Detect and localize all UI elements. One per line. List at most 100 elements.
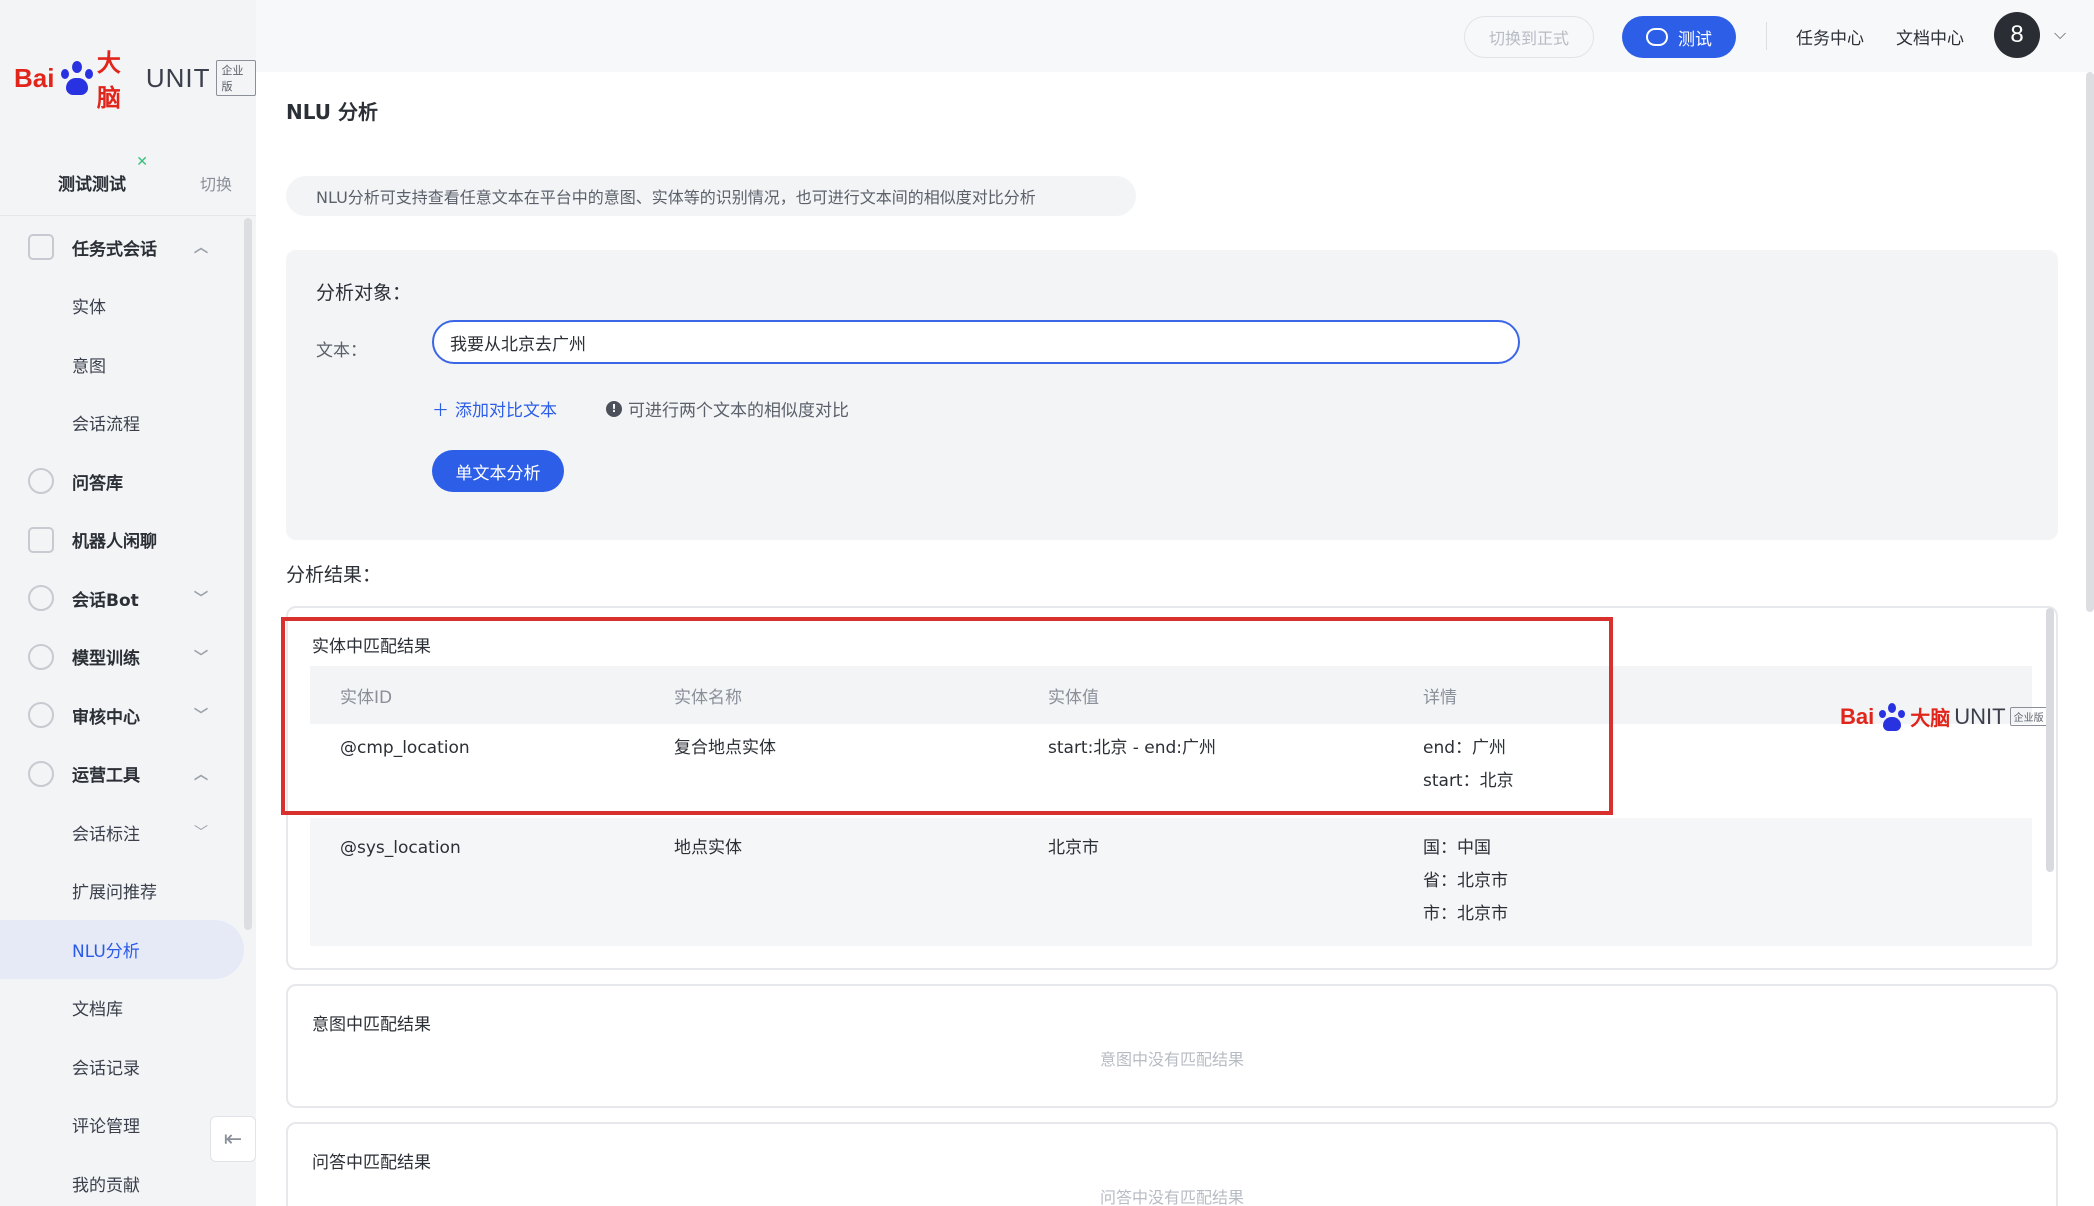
- entity-details-cell: end：广州 start：北京: [1423, 732, 2032, 818]
- shield-icon: [28, 702, 54, 729]
- doc-center-link[interactable]: 文档中心: [1896, 24, 1964, 49]
- compare-hint-text: 可进行两个文本的相似度对比: [628, 401, 849, 421]
- sidebar-item[interactable]: 扩展问推荐: [0, 862, 244, 921]
- sidebar-item-label: 扩展问推荐: [72, 883, 157, 904]
- entity-value-cell: start:北京 - end:广州: [1048, 738, 1217, 758]
- avatar[interactable]: 8: [1994, 12, 2040, 58]
- col-header-entity-value: 实体值: [1048, 687, 1099, 708]
- entity-name-cell: 地点实体: [674, 838, 742, 858]
- sidebar-item[interactable]: 模型训练 ﹀: [0, 628, 244, 687]
- sidebar-menu: 任务式会话 ︿ 实体 意图 会话流程 问答库 机器人闲聊 会话Bot ﹀ 模型训练 ﹀ 审核中心 ﹀ 运营…: [0, 218, 244, 1206]
- chevron-up-icon[interactable]: ︿: [194, 764, 208, 784]
- sidebar-item-label: 评论管理: [72, 1117, 140, 1138]
- qa-empty-message: 问答中没有匹配结果: [1099, 1188, 1244, 1206]
- switch-workspace-button[interactable]: 切换: [200, 171, 232, 195]
- collapse-icon: ⇤: [223, 1126, 243, 1152]
- sidebar-item[interactable]: NLU分析: [0, 920, 244, 979]
- question-icon: [28, 468, 54, 495]
- sidebar-scrollbar[interactable]: [244, 218, 252, 930]
- analysis-target-label: 分析对象：: [316, 282, 412, 304]
- intent-results-title: 意图中匹配结果: [312, 1015, 431, 1035]
- chevron-down-icon[interactable]: ﹀: [194, 705, 208, 725]
- entity-results-title: 实体中匹配结果: [312, 637, 431, 657]
- sidebar-item-label: 会话流程: [72, 415, 140, 436]
- test-button-label: 测试: [1678, 29, 1712, 50]
- brand-dana: 大脑: [96, 49, 121, 112]
- results-scrollbar[interactable]: [2046, 608, 2054, 872]
- brand-bai: Bai: [14, 62, 55, 93]
- text-input[interactable]: [432, 320, 1520, 364]
- sidebar-item[interactable]: 机器人闲聊: [0, 511, 244, 570]
- sidebar-item[interactable]: 意图: [0, 335, 244, 394]
- page-scrollbar[interactable]: [2086, 72, 2094, 612]
- tools-icon: [28, 760, 54, 787]
- sidebar-item[interactable]: 审核中心 ﹀: [0, 686, 244, 745]
- single-text-analyze-button[interactable]: 单文本分析: [432, 450, 564, 492]
- sidebar-item-label: 模型训练: [72, 649, 140, 670]
- sidebar-item[interactable]: 运营工具 ︿: [0, 745, 244, 804]
- entity-table-header: 实体ID 实体名称 实体值 详情: [310, 666, 2032, 724]
- switch-to-production-button[interactable]: 切换到正式: [1464, 16, 1594, 58]
- watermark-logo: Bai 大脑 UNIT 企业版: [1840, 702, 2048, 731]
- sidebar-item-label: 实体: [72, 298, 106, 319]
- chevron-down-icon[interactable]: ﹀: [194, 822, 208, 842]
- chevron-down-icon[interactable]: ﹀: [194, 647, 208, 667]
- sidebar-item-label: 问答库: [72, 473, 123, 494]
- brand-logo[interactable]: Bai 大脑 UNIT 企业版: [14, 49, 256, 112]
- task-dialog-icon: [28, 234, 54, 261]
- watermark-unit: UNIT: [1954, 703, 2006, 729]
- sidebar-item-label: 会话标注: [72, 824, 140, 845]
- main-content: NLU分析可支持查看任意文本在平台中的意图、实体等的识别情况，也可进行文本间的相…: [256, 144, 2094, 1206]
- col-header-entity-id: 实体ID: [340, 687, 393, 708]
- page-header: NLU 分析: [256, 72, 2094, 144]
- chevron-down-icon[interactable]: ﹀: [194, 588, 208, 608]
- sidebar-item[interactable]: 评论管理: [0, 1096, 244, 1155]
- sidebar-item[interactable]: 文档库: [0, 979, 244, 1038]
- sidebar-item[interactable]: 任务式会话 ︿: [0, 218, 244, 277]
- sidebar-item[interactable]: 实体: [0, 277, 244, 336]
- chevron-down-icon[interactable]: ⌵: [2054, 24, 2066, 44]
- sidebar-item[interactable]: 会话记录: [0, 1037, 244, 1096]
- sidebar-item-label: 会话记录: [72, 1058, 140, 1079]
- intent-empty-message: 意图中没有匹配结果: [1099, 1050, 1244, 1069]
- text-field-label: 文本：: [316, 341, 367, 361]
- intent-results-card: 意图中匹配结果 意图中没有匹配结果: [286, 984, 2058, 1108]
- sidebar-item[interactable]: 我的贡献: [0, 1154, 244, 1206]
- qa-results-card: 问答中匹配结果 问答中没有匹配结果: [286, 1122, 2058, 1206]
- watermark-edition: 企业版: [2009, 707, 2048, 726]
- topbar-divider: [1766, 22, 1767, 50]
- entity-table: 实体ID 实体名称 实体值 详情 @cmp_location 复合地点实体 st…: [310, 666, 2032, 946]
- sidebar-item-label: 会话Bot: [72, 590, 139, 611]
- table-row: @sys_location 地点实体 北京市 国：中国 省：北京市 市：北京市: [310, 818, 2032, 946]
- watermark-bai: Bai: [1840, 703, 1875, 729]
- detail-line: start：北京: [1423, 771, 1514, 791]
- page-title: NLU 分析: [286, 100, 378, 124]
- test-button[interactable]: 测试: [1622, 16, 1736, 58]
- brand-edition: 企业版: [216, 60, 256, 96]
- watermark-dana: 大脑: [1910, 706, 1951, 730]
- analysis-panel: 分析对象： 文本： ＋ 添加对比文本 ! 可进行两个文本的相似度对比 单文本分析: [286, 250, 2058, 540]
- sidebar-item[interactable]: 会话标注 ﹀: [0, 803, 244, 862]
- sidebar: Bai 大脑 UNIT 企业版 测试测试 ✕ 切换 任务式会话 ︿ 实体意图会话流程问…: [0, 0, 256, 1206]
- add-compare-text-button[interactable]: ＋ 添加对比文本: [432, 396, 557, 421]
- collapse-sidebar-button[interactable]: ⇤: [210, 1116, 256, 1162]
- entity-results-card: 实体中匹配结果 实体ID 实体名称 实体值 详情 @cmp_location 复…: [286, 606, 2058, 970]
- chevron-up-icon[interactable]: ︿: [194, 237, 208, 257]
- training-icon: [28, 643, 54, 670]
- workspace-name: 测试测试 ✕: [58, 154, 148, 195]
- bot-icon: [28, 585, 54, 612]
- sidebar-item[interactable]: 问答库: [0, 452, 244, 511]
- results-label: 分析结果：: [286, 564, 382, 586]
- sidebar-item-label: NLU分析: [72, 941, 140, 962]
- col-header-entity-name: 实体名称: [674, 687, 742, 708]
- sidebar-item-label: 任务式会话: [72, 239, 157, 260]
- task-center-link[interactable]: 任务中心: [1796, 24, 1864, 49]
- sidebar-item-label: 文档库: [72, 1000, 123, 1021]
- table-row: @cmp_location 复合地点实体 start:北京 - end:广州 e…: [310, 724, 2032, 818]
- entity-id-cell: @sys_location: [340, 838, 461, 858]
- sidebar-item-label: 运营工具: [72, 766, 140, 787]
- sidebar-item[interactable]: 会话Bot ﹀: [0, 569, 244, 628]
- entity-id-cell: @cmp_location: [340, 738, 470, 758]
- sidebar-item[interactable]: 会话流程: [0, 394, 244, 453]
- compare-hint: ! 可进行两个文本的相似度对比: [606, 396, 849, 421]
